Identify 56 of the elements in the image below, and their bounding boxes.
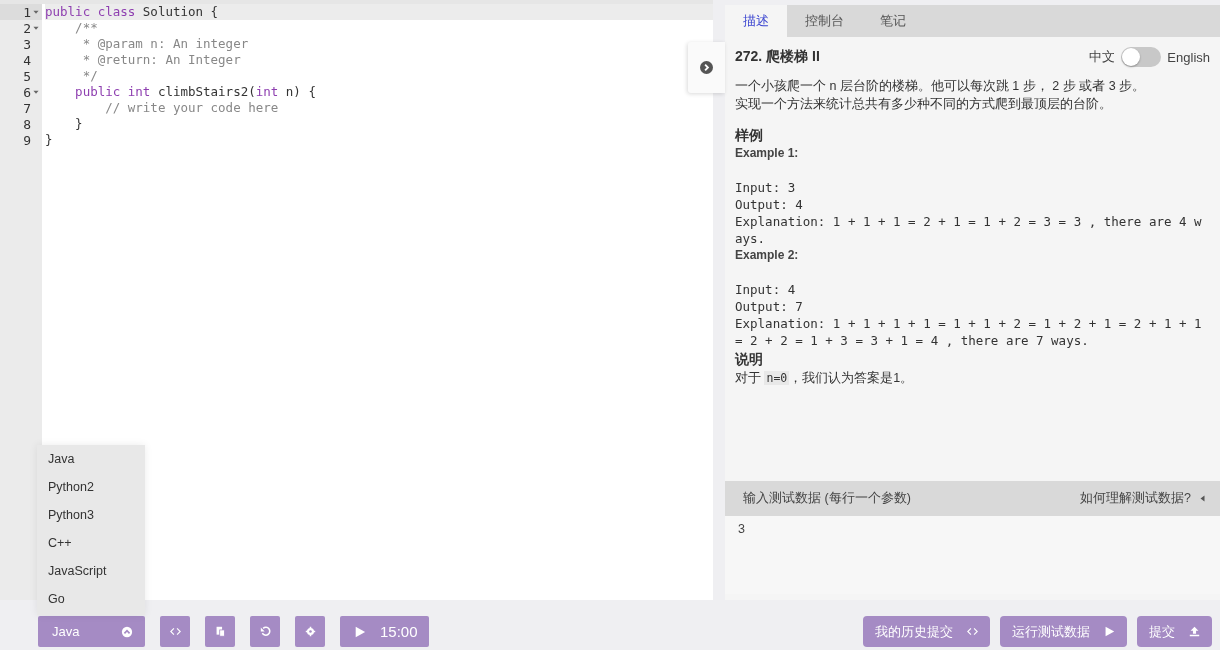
line-number: 2 (23, 20, 31, 36)
tab[interactable]: 笔记 (862, 5, 924, 37)
line-number: 6 (23, 84, 31, 100)
tab[interactable]: 描述 (725, 5, 787, 37)
collapse-button[interactable] (688, 42, 725, 93)
code-icon (169, 626, 181, 637)
language-switch[interactable] (1121, 47, 1162, 67)
upload-icon (1189, 626, 1200, 637)
example-code: Input: 4 Output: 7 Explanation: 1 + 1 + 1 + 1 = 1 + 1 + 2 = 1 + 2 + 1 = 2 + 1 + 1 = 2 + 2 = 1 + 3 = 3 + 1 = 4 , there are 7 ways. (735, 281, 1203, 349)
code-line: // write your code here (104, 100, 279, 116)
menu-item[interactable]: JavaScript (37, 557, 145, 585)
menu-item[interactable]: Go (37, 585, 145, 613)
test-data-label: 输入测试数据 (每行一个参数) (743, 490, 911, 507)
example-code: Input: 3 Output: 4 Explanation: 1 + 1 + 1 = 2 + 1 = 1 + 2 = 3 = 3 , there are 4 ways. (735, 179, 1203, 247)
paste-button[interactable] (205, 616, 235, 647)
example-label: Example 2: (735, 247, 800, 264)
code-line: } (74, 116, 83, 132)
line-number: 8 (23, 116, 31, 132)
description-text: 实现一个方法来统计总共有多少种不同的方式爬到最顶层的台阶。 (735, 96, 1113, 113)
line-number: 4 (23, 52, 31, 68)
example-label: Example 1: (735, 145, 800, 162)
code-line: /** (74, 20, 98, 36)
code-button[interactable] (160, 616, 190, 647)
settings-button[interactable] (295, 616, 325, 647)
menu-item[interactable]: Python3 (37, 501, 145, 529)
code-line: } (45, 132, 53, 148)
line-number: 7 (23, 100, 31, 116)
code-line: public int climbStairs2(int n) { (74, 84, 316, 100)
description-text: 一个小孩爬一个 n 层台阶的楼梯。他可以每次跳 1 步， 2 步 或者 3 步。 (735, 78, 1147, 95)
play-icon (354, 625, 366, 638)
code-line: */ (81, 68, 98, 84)
play-icon (1104, 626, 1115, 637)
tab[interactable]: 控制台 (787, 5, 862, 37)
reset-icon (259, 626, 271, 637)
code-line: * @param n: An integer (81, 36, 249, 52)
section-heading: 样例 (735, 126, 764, 145)
menu-item[interactable]: C++ (37, 529, 145, 557)
section-heading: 说明 (735, 350, 764, 369)
code-icon (967, 626, 978, 637)
note-text: 对于 n=0 ，我们认为答案是1。 (735, 370, 915, 387)
toggle-label: English (1167, 49, 1210, 65)
chevron-up-icon (121, 625, 133, 638)
menu-item[interactable]: Python2 (37, 473, 145, 501)
reset-button[interactable] (250, 616, 280, 647)
line-number: 9 (23, 132, 31, 148)
caret-left-icon (1199, 495, 1206, 502)
toggle-label: 中文 (1089, 48, 1116, 66)
chevron-right-icon (700, 61, 713, 74)
menu-item[interactable]: Java (37, 445, 145, 473)
line-number: 5 (23, 68, 31, 84)
line-number: 1 (23, 4, 31, 20)
help-link[interactable]: 如何理解测试数据? (1080, 490, 1206, 507)
code-line: * @return: An Integer (81, 52, 241, 68)
paste-icon (214, 626, 226, 637)
line-number: 3 (23, 36, 31, 52)
problem-title: 272. 爬楼梯 II (735, 48, 820, 66)
